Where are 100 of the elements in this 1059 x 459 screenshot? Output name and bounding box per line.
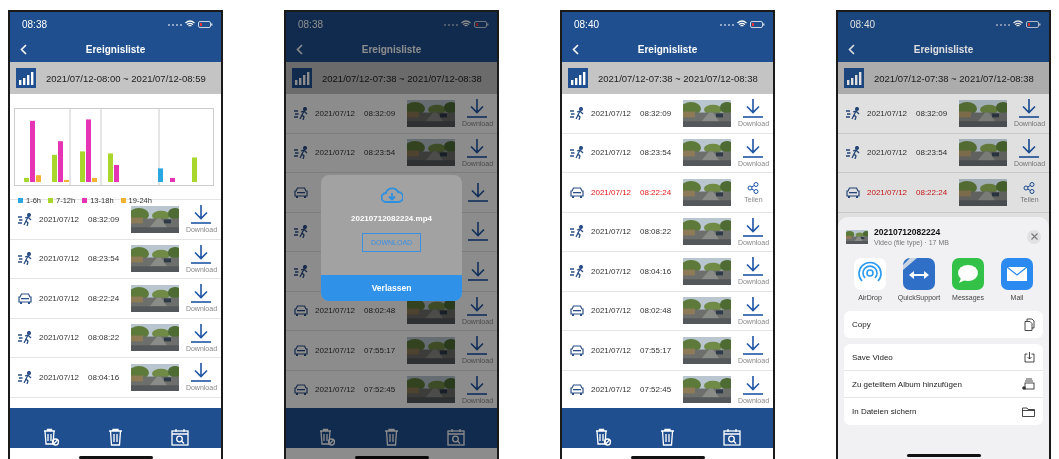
event-time: 07:52:45 [640,385,673,395]
event-date: 2021/07/12 [591,345,633,355]
event-time: 07:55:17 [364,345,397,355]
file-name: 20210712082224.mp4 [351,214,432,223]
car-icon [570,344,584,356]
speech-bubble-icon [952,258,984,290]
battery-icon [474,20,489,28]
download-button[interactable] [466,261,489,281]
folder-icon [1022,406,1035,417]
car-icon [570,305,584,317]
running-figure-icon [18,370,33,384]
delete-all-button[interactable] [660,428,675,446]
event-time: 08:32:09 [88,214,121,224]
calendar-search-button[interactable] [171,428,189,446]
battery-icon [750,20,765,28]
event-date: 2021/07/12 [867,108,909,118]
file-name: 20210712082224 [874,227,942,237]
back-chevron-icon [20,44,27,55]
trash-icon [108,428,123,446]
download-icon [742,336,765,356]
delete-all-button[interactable] [384,428,399,446]
event-time: 07:52:45 [364,385,397,395]
event-time: 08:23:54 [364,148,397,158]
share-action[interactable]: Zu geteiltem Album hinzufügen [844,371,1043,398]
calendar-search-button[interactable] [447,428,465,446]
event-time: 08:32:09 [364,108,397,118]
download-button[interactable] [466,222,489,242]
download-icon [466,261,489,281]
event-date: 2021/07/12 [39,333,81,343]
event-date: 2021/07/12 [591,306,633,316]
calendar-search-icon [723,428,741,446]
signal-icon [168,22,182,26]
event-time: 08:32:09 [916,108,949,118]
event-date: 2021/07/12 [591,266,633,276]
download-icon [742,138,765,158]
running-figure-icon [18,252,33,266]
download-icon [742,375,765,395]
album-icon [1022,378,1035,390]
signal-icon [996,22,1010,26]
exit-button[interactable]: Verlassen [321,275,462,301]
running-figure-icon [294,106,309,120]
download-icon [742,257,765,277]
signal-icon [444,22,458,26]
running-figure-icon [18,331,33,345]
close-button[interactable] [1027,229,1041,244]
bar-chart-icon[interactable] [568,68,588,88]
trash-slash-icon [318,428,336,446]
event-time: 08:22:24 [88,293,121,303]
copy-icon [1024,318,1035,331]
concentric-rings-icon [854,258,886,290]
calendar-search-icon [171,428,189,446]
event-date: 2021/07/12 [591,385,633,395]
event-date: 2021/07/12 [39,293,81,303]
trash-icon [384,428,399,446]
delete-selected-button[interactable] [594,428,612,446]
car-icon [570,186,584,198]
download-button[interactable] [466,182,489,202]
delete-all-button[interactable] [108,428,123,446]
running-figure-icon [570,146,585,160]
close-icon [1030,233,1038,240]
back-button[interactable] [18,42,29,57]
bar-chart-icon[interactable] [292,68,312,88]
date-range-text: 2021/07/12-07:38 ~ 2021/07/12-08:38 [322,72,482,84]
status-time: 08:40 [574,18,600,30]
download-icon [190,323,213,343]
event-time: 08:08:22 [88,333,121,343]
bar-chart-icon[interactable] [16,68,36,88]
back-button[interactable] [846,42,857,57]
date-range-text: 2021/07/12-07:38 ~ 2021/07/12-08:38 [598,72,758,84]
event-date: 2021/07/12 [867,148,909,158]
event-time: 08:02:48 [640,306,673,316]
download-icon [466,296,489,316]
share-action[interactable]: Copy [844,311,1043,338]
download-icon [466,222,489,242]
back-button[interactable] [294,42,305,57]
back-chevron-icon [296,44,303,55]
download-icon [190,284,213,304]
calendar-search-button[interactable] [723,428,741,446]
download-icon [742,296,765,316]
event-date: 2021/07/12 [591,227,633,237]
car-icon [570,384,584,396]
delete-selected-button[interactable] [42,428,60,446]
share-icon [747,181,760,194]
back-button[interactable] [570,42,581,57]
download-icon [466,375,489,395]
event-time: 08:22:24 [916,187,949,197]
download-icon [742,99,765,119]
event-time: 08:23:54 [916,148,949,158]
screen-title: Ereignisliste [85,43,146,55]
event-time: 08:32:09 [640,108,673,118]
bar-chart-icon[interactable] [844,68,864,88]
delete-selected-button[interactable] [318,428,336,446]
event-date: 2021/07/12 [39,372,81,382]
share-action[interactable]: In Dateien sichern [844,398,1043,425]
share-action[interactable]: Save Video [844,344,1043,371]
share-icon [1023,181,1036,194]
running-figure-icon [570,106,585,120]
back-chevron-icon [848,44,855,55]
download-icon [466,336,489,356]
download-icon [190,363,213,383]
